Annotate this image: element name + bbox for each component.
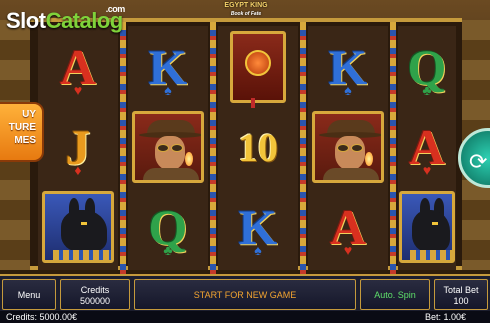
reel-separator — [120, 22, 126, 274]
reel-4: K ♠ A ♥ — [308, 26, 388, 270]
bet-status: Bet: 1.00€ — [424, 312, 466, 322]
reel-2: K ♠ Q ♣ — [128, 26, 208, 270]
symbol-book — [218, 28, 298, 108]
refresh-icon: ⟳ — [469, 149, 488, 174]
symbol-king: K ♠ — [148, 39, 188, 98]
symbol-king: K ♠ — [238, 199, 278, 258]
credits-display: Credits 500000 — [60, 279, 130, 310]
symbol-queen: Q ♣ — [148, 199, 188, 258]
anubis-icon — [399, 191, 455, 263]
reel-separator — [300, 22, 306, 274]
status-bar: Credits: 5000.00€ Bet: 1.00€ — [0, 311, 490, 323]
credits-status: Credits: 5000.00€ — [6, 312, 78, 322]
game-logo: EGYPT KING Book of Fate — [224, 2, 268, 17]
reel-separator — [210, 22, 216, 274]
autospin-button[interactable]: Auto. Spin — [360, 279, 430, 310]
explorer-icon — [312, 111, 384, 183]
symbol-queen: Q ♣ — [407, 39, 447, 98]
menu-button[interactable]: Menu — [2, 279, 56, 310]
buy-feature-button[interactable]: UY TURE MES — [0, 102, 44, 162]
reel-1: A ♥ J ♦ — [38, 26, 118, 270]
game-scene: SlotCatalog .com EGYPT KING Book of Fate … — [0, 0, 490, 323]
explorer-icon — [132, 111, 204, 183]
symbol-explorer — [128, 108, 208, 186]
symbol-explorer — [308, 108, 388, 186]
symbol-king: K ♠ — [328, 39, 368, 98]
bottom-panel: Menu Credits 500000 START FOR NEW GAME A… — [0, 274, 490, 311]
anubis-icon — [42, 191, 114, 263]
symbol-anubis — [38, 188, 118, 266]
symbol-ace: A ♥ — [59, 39, 97, 98]
symbol-ten: 10 — [238, 124, 278, 170]
symbol-ace: A ♥ — [329, 199, 367, 258]
total-bet-display[interactable]: Total Bet 100 — [434, 279, 488, 310]
reel-5: Q ♣ A ♥ — [398, 26, 456, 270]
symbol-jack: J ♦ — [65, 119, 91, 178]
watermark-logo: SlotCatalog .com — [6, 4, 125, 33]
symbol-ace: A ♥ — [408, 119, 446, 178]
reel-separator — [390, 22, 396, 274]
status-message: START FOR NEW GAME — [134, 279, 356, 310]
symbol-anubis — [398, 188, 456, 266]
reel-frame: A ♥ J ♦ K ♠ Q ♣ 10 K ♠ K ♠ A ♥ Q ♣ A ♥ — [30, 18, 462, 274]
reel-3: 10 K ♠ — [218, 26, 298, 270]
book-icon — [230, 31, 286, 108]
